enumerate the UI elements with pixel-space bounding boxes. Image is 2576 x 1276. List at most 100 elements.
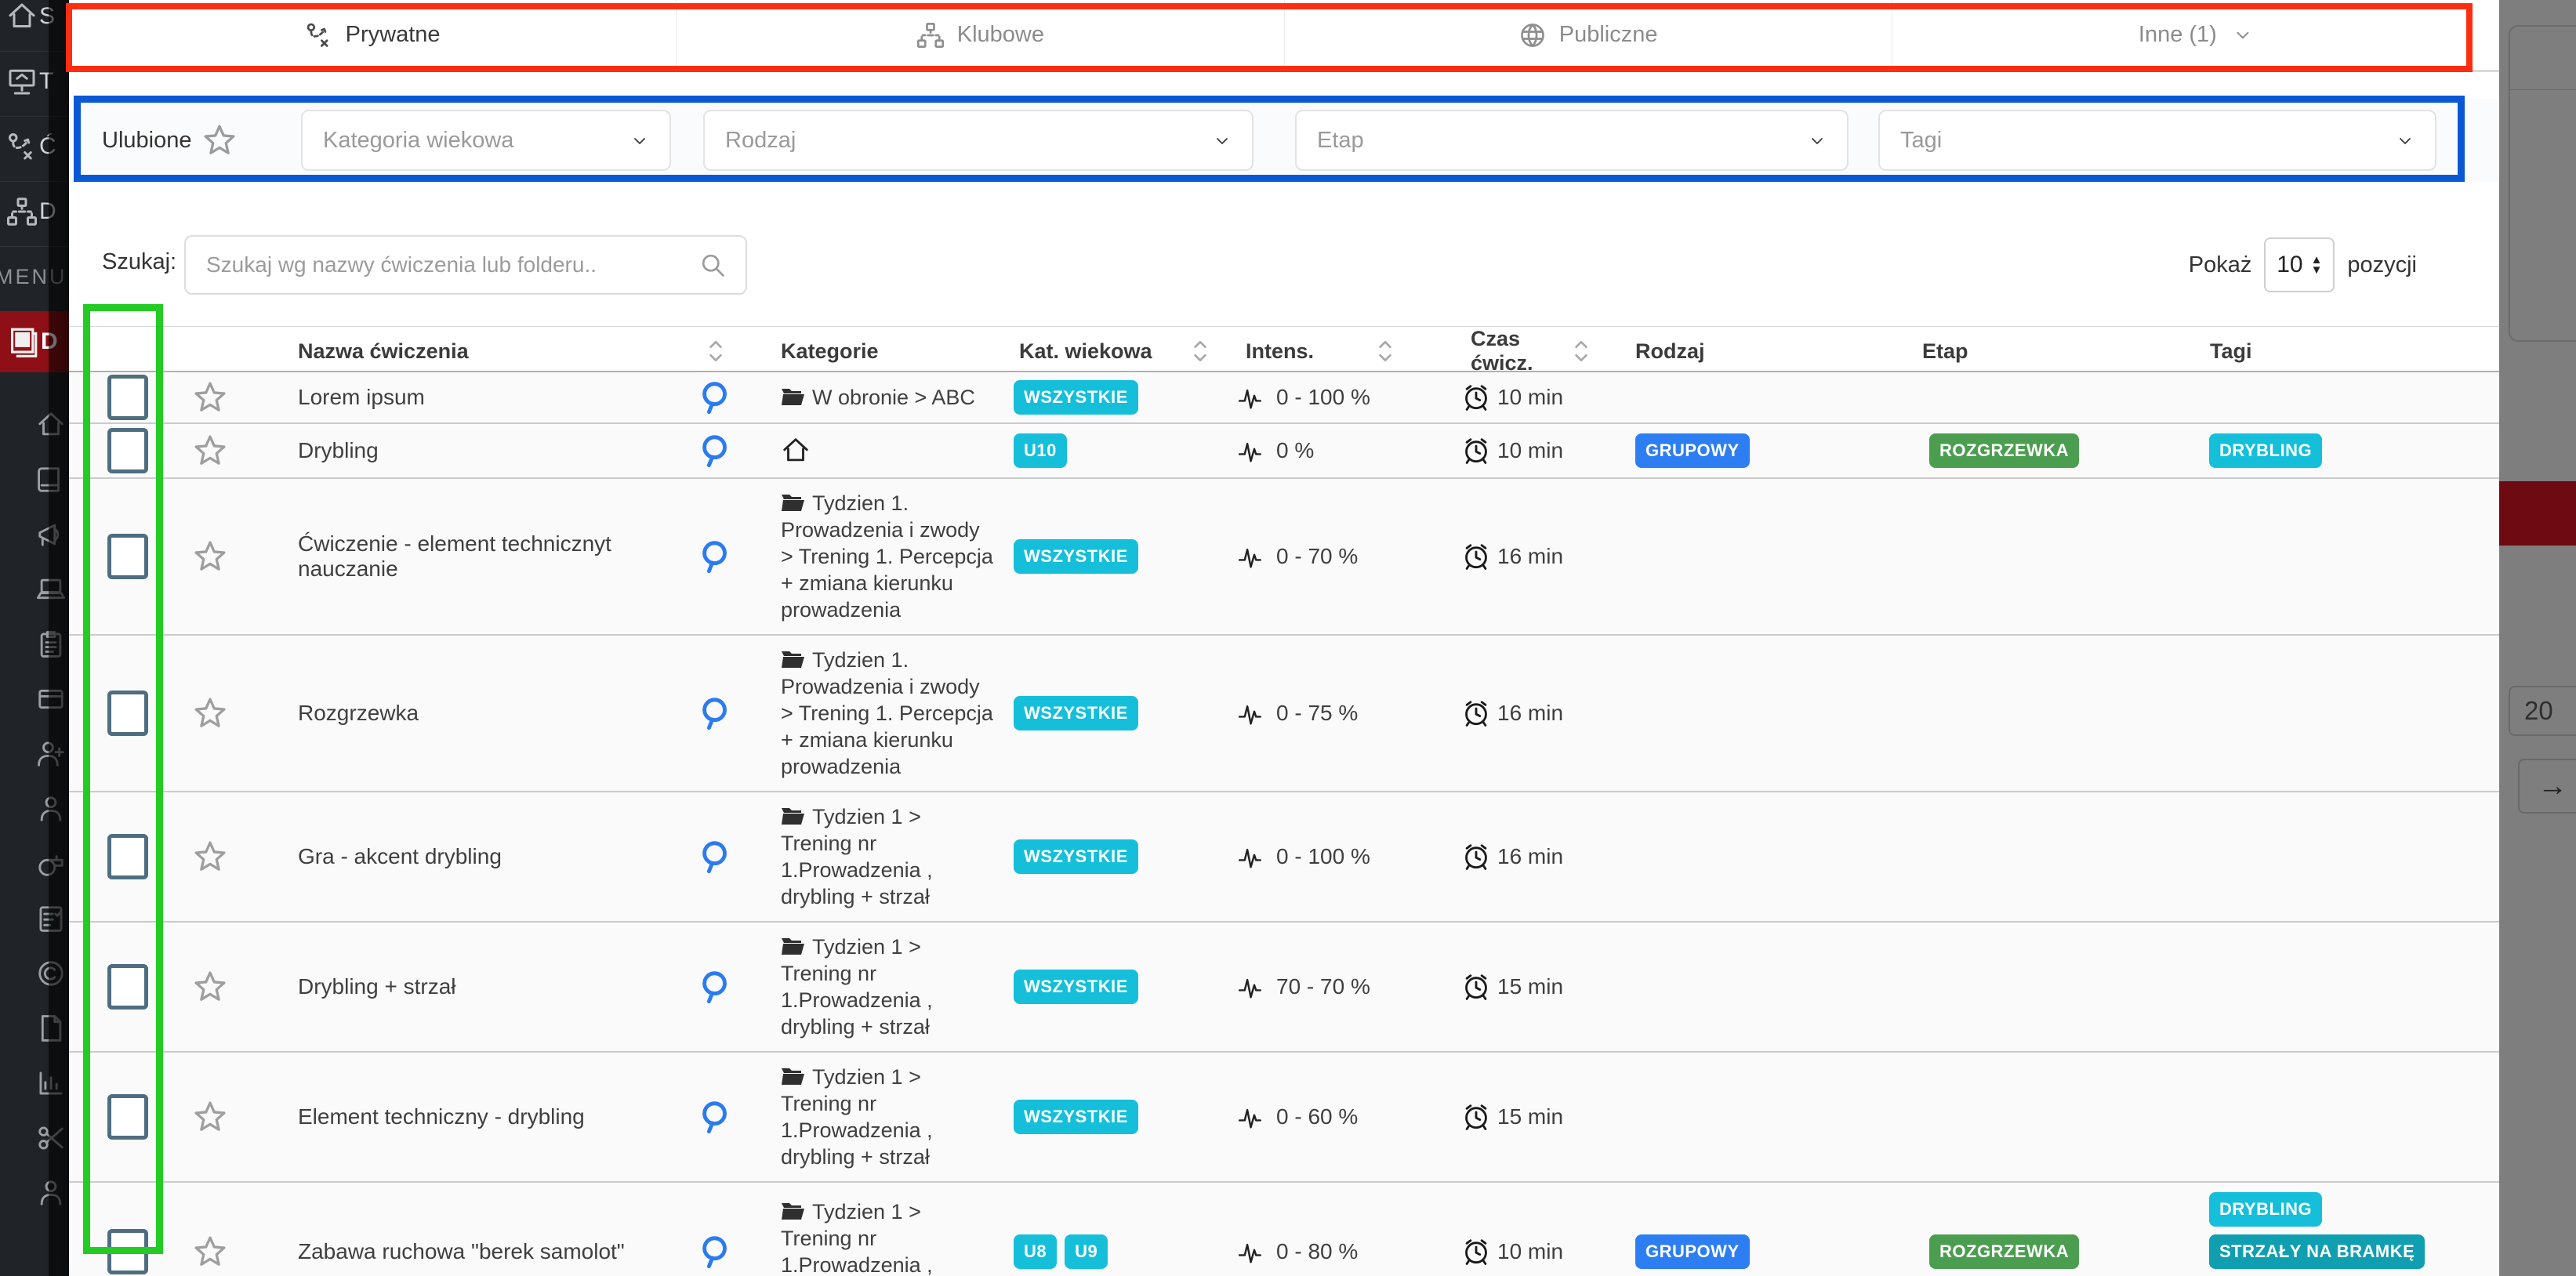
exercise-name: Element techniczny - drybling [298,1104,585,1129]
search-label: Szukaj: [102,249,176,275]
row-name-cell: Lorem ipsum [257,385,673,410]
row-checkbox[interactable] [107,534,148,579]
sort-icon[interactable] [707,338,724,364]
exercise-name: Drybling [298,438,379,463]
pulse-icon [1239,437,1270,465]
row-intensity-cell: 0 - 75 % [1229,699,1457,727]
search-icon [698,251,727,279]
header-age[interactable]: Kat. wiekowa [1002,338,1229,364]
preview-magnifier-icon[interactable] [698,1234,734,1270]
favorite-star-icon[interactable] [193,1100,227,1134]
exercise-name: Ćwiczenie - element technicznyt nauczani… [298,531,673,582]
tab-label: Prywatne [346,22,441,48]
row-checkbox-cell [93,428,163,473]
preview-magnifier-icon[interactable] [698,839,734,875]
sort-icon[interactable] [1573,338,1590,364]
tab-inne-1-[interactable]: Inne (1) [1892,0,2499,72]
background-number-box: 20 [2509,686,2576,736]
favorites-star-icon[interactable] [202,123,237,158]
row-checkbox[interactable] [107,834,148,879]
row-checkbox[interactable] [107,964,148,1010]
row-age-cell: WSZYSTKIE [1002,970,1229,1004]
preview-magnifier-icon[interactable] [698,695,734,731]
alarm-clock-icon [1461,972,1491,1002]
time-value: 16 min [1497,701,1563,726]
strategy-icon [305,21,333,49]
strategy-icon [6,131,38,162]
badge-wszystkie: WSZYSTKIE [1014,970,1138,1004]
row-tags-cell [2193,704,2499,723]
intensity-value: 0 - 60 % [1276,1104,1358,1129]
exercise-library-panel: Prywatne KlubowePubliczneInne (1) Ulubion… [69,0,2499,1276]
row-intensity-cell: 0 % [1229,437,1457,465]
row-intensity-cell: 0 - 100 % [1229,383,1457,411]
row-checkbox[interactable] [107,691,148,736]
filter-select-rodzaj[interactable]: Rodzaj [703,110,1254,171]
badge-rozgrzewka: ROZGRZEWKA [1929,433,2079,468]
page-size-input[interactable]: 10 ▲▼ [2264,237,2335,292]
intensity-value: 0 - 80 % [1276,1239,1358,1264]
row-checkbox[interactable] [107,375,148,420]
filter-select-kategoria-wiekowa[interactable]: Kategoria wiekowa [301,110,671,171]
row-checkbox[interactable] [107,1229,148,1274]
favorite-star-icon[interactable] [193,1234,227,1269]
tab-prywatne[interactable]: Prywatne [69,0,676,72]
row-checkbox-cell [93,375,163,420]
badge-drybling: DRYBLING [2209,433,2322,468]
search-input[interactable] [186,252,698,277]
favorites-filter[interactable]: Ulubione [102,99,237,182]
page-size-stepper[interactable]: ▲▼ [2311,255,2323,275]
folder-icon [781,936,806,956]
category-path: Tydzien 1 > Trening nr 1.Prowadzenia , d… [781,1198,994,1276]
sort-icon[interactable] [1377,338,1394,364]
favorite-star-icon[interactable] [193,433,227,468]
header-name[interactable]: Nazwa ćwiczenia [257,339,673,364]
badge-grupowy: GRUPOWY [1635,433,1750,468]
row-intensity-cell: 0 - 60 % [1229,1103,1457,1131]
row-checkbox-cell [93,964,163,1010]
favorite-star-icon[interactable] [193,696,227,730]
badge-wszystkie: WSZYSTKIE [1014,696,1138,730]
time-value: 10 min [1497,1239,1563,1264]
intensity-value: 0 - 70 % [1276,544,1358,569]
preview-magnifier-icon[interactable] [698,1099,734,1135]
filter-select-tagi[interactable]: Tagi [1878,110,2436,171]
badge-wszystkie: WSZYSTKIE [1014,380,1138,415]
header-intensity[interactable]: Intens. [1229,338,1457,364]
row-checkbox[interactable] [107,428,148,473]
home-icon [6,1,38,32]
tab-klubowe[interactable]: Klubowe [676,0,1283,72]
row-name-cell: Zabawa ruchowa "berek samolot" [257,1239,673,1264]
category-path: Tydzien 1. Prowadzenia i zwody > Trening… [781,647,994,780]
favorite-star-icon[interactable] [193,380,227,415]
badge-grupowy: GRUPOWY [1635,1234,1750,1269]
time-value: 10 min [1497,438,1563,463]
row-age-cell: WSZYSTKIE [1002,1100,1229,1134]
preview-magnifier-icon[interactable] [698,379,734,415]
row-age-cell: WSZYSTKIE [1002,380,1229,415]
row-tags-cell [2193,977,2499,996]
table-row: Lorem ipsumW obronie > ABCWSZYSTKIE0 - 1… [69,372,2499,424]
page-size-value: 10 [2277,252,2302,278]
preview-magnifier-icon[interactable] [698,538,734,575]
exercise-table: Nazwa ćwiczenia Kategorie Kat. wiekowa I… [69,326,2499,1276]
favorite-star-icon[interactable] [193,970,227,1004]
preview-magnifier-icon[interactable] [698,433,734,469]
row-name-cell: Drybling [257,438,673,463]
tab-publiczne[interactable]: Publiczne [1284,0,1892,72]
row-time-cell: 10 min [1457,1237,1613,1267]
row-time-cell: 16 min [1457,842,1613,872]
page-size-control: Pokaż 10 ▲▼ pozycji [2189,235,2417,295]
badge-wszystkie: WSZYSTKIE [1014,539,1138,574]
preview-magnifier-icon[interactable] [698,969,734,1005]
row-star-cell [163,1234,257,1269]
exercise-name: Drybling + strzał [298,974,456,999]
header-time[interactable]: Czas ćwicz. [1457,327,1613,375]
row-categories-cell: Tydzien 1. Prowadzenia i zwody > Trening… [759,636,1002,791]
row-checkbox[interactable] [107,1094,148,1140]
favorite-star-icon[interactable] [193,839,227,874]
sort-icon[interactable] [1192,338,1209,364]
row-time-cell: 10 min [1457,436,1613,466]
filter-select-etap[interactable]: Etap [1295,110,1849,171]
favorite-star-icon[interactable] [193,539,227,574]
